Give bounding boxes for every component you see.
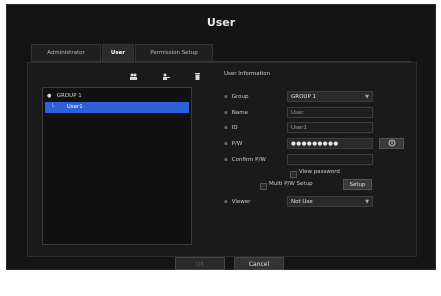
dialog-title: User	[206, 16, 236, 29]
cancel-button[interactable]: Cancel	[234, 257, 284, 270]
id-input[interactable]: User1	[287, 122, 373, 133]
tree-user-label: User1	[66, 104, 83, 110]
tree-group-label: GROUP 1	[56, 93, 82, 99]
multi-pw-label: Multi P/W Setup	[269, 181, 313, 187]
view-password-label: View password	[299, 169, 340, 175]
chevron-down-icon: ▼	[365, 199, 369, 205]
group-icon: ●	[47, 93, 52, 99]
confirm-password-label: ▪ Confirm P/W	[224, 157, 266, 163]
ok-button[interactable]: OK	[175, 257, 225, 270]
setup-button[interactable]: Setup	[343, 179, 372, 190]
chevron-down-icon: ▼	[365, 94, 369, 100]
name-input[interactable]: User	[287, 107, 373, 118]
user-info-heading: User Information	[224, 71, 271, 77]
group-label: ▪ Group	[224, 94, 249, 100]
tree-user-row[interactable]: └ User1	[45, 102, 189, 113]
viewer-dropdown[interactable]: Not Use ▼	[287, 196, 373, 207]
add-user-icon[interactable]	[158, 71, 172, 81]
tab-permission-setup[interactable]: Permission Setup	[135, 44, 213, 61]
password-label: ▪ P/W	[224, 141, 243, 147]
tree-group-row[interactable]: ● GROUP 1	[45, 91, 189, 102]
keyboard-button[interactable]	[379, 138, 404, 149]
password-input[interactable]: ●●●●●●●●●	[287, 138, 373, 149]
delete-icon[interactable]	[190, 71, 204, 81]
tab-administrator[interactable]: Administrator	[31, 44, 101, 61]
group-dropdown[interactable]: GROUP 1 ▼	[287, 91, 373, 102]
id-label: ▪ ID	[224, 125, 238, 131]
add-group-icon[interactable]	[126, 71, 140, 81]
user-tree: ● GROUP 1 └ User1	[42, 87, 192, 245]
tab-user[interactable]: User	[102, 44, 134, 61]
tab-bar: Administrator User Permission Setup	[31, 44, 214, 61]
user-dialog: User Administrator User Permission Setup…	[6, 4, 436, 270]
multi-pw-checkbox[interactable]	[260, 183, 267, 190]
viewer-label: ▪ Viewer	[224, 199, 251, 205]
user-panel: ● GROUP 1 └ User1 User Information ▪ Grou…	[27, 62, 417, 257]
confirm-password-input[interactable]	[287, 154, 373, 165]
view-password-checkbox[interactable]	[290, 171, 297, 178]
name-label: ▪ Name	[224, 110, 248, 116]
tree-branch-icon: └	[51, 104, 55, 110]
info-icon	[388, 139, 395, 147]
